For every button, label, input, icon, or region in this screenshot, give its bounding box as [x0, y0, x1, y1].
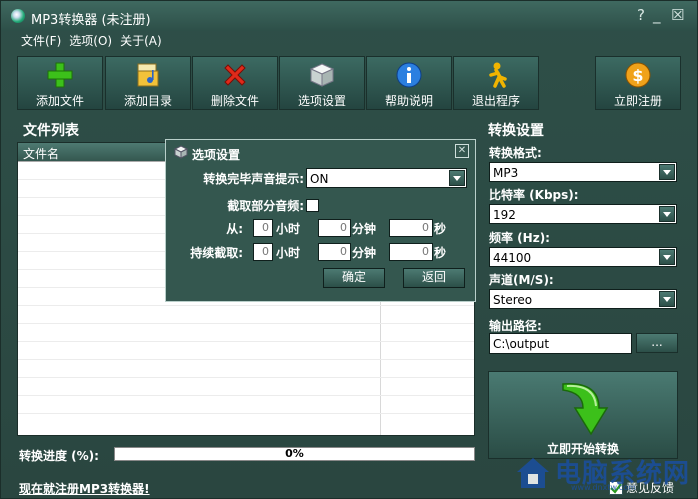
window-title: MP3转换器 (未注册)	[31, 13, 151, 28]
add-plus-icon	[47, 62, 73, 88]
menu-file[interactable]: 文件(F)	[21, 32, 61, 50]
cube-icon	[174, 145, 188, 159]
dur-hours-unit: 小时	[276, 246, 301, 260]
close-icon[interactable]: ✕	[455, 144, 469, 158]
exit-label: 退出程序	[471, 94, 520, 108]
add-file-button[interactable]: 添加文件	[17, 56, 103, 110]
dur-seconds-unit: 秒	[434, 246, 447, 260]
from-seconds-unit: 秒	[434, 222, 447, 236]
chevron-down-icon[interactable]	[449, 170, 465, 186]
from-hours-unit: 小时	[276, 222, 301, 236]
channel-value: Stereo	[493, 293, 533, 307]
format-select[interactable]: MP3	[489, 162, 677, 182]
output-path-label: 输出路径:	[489, 319, 542, 333]
minimize-button[interactable]: _	[653, 8, 661, 23]
register-link[interactable]: 现在就注册MP3转换器!	[19, 480, 150, 497]
row-line	[18, 341, 474, 342]
back-button[interactable]: 返回	[403, 268, 465, 288]
add-file-label: 添加文件	[35, 94, 84, 108]
dur-minutes-input[interactable]: 0	[318, 243, 351, 261]
bitrate-value: 192	[493, 208, 516, 222]
cube-options-icon	[309, 63, 335, 87]
channel-select[interactable]: Stereo	[489, 289, 677, 309]
settings-title: 转换设置	[488, 123, 544, 139]
info-icon	[396, 62, 422, 88]
add-folder-label: 添加目录	[123, 94, 172, 108]
chevron-down-icon[interactable]	[659, 291, 675, 307]
delete-file-label: 删除文件	[210, 94, 259, 108]
row-line	[18, 323, 474, 324]
from-hours-input[interactable]: 0	[253, 219, 273, 237]
output-path-value: C:\output	[493, 337, 550, 351]
house-logo-icon	[517, 458, 549, 488]
add-folder-button[interactable]: 添加目录	[105, 56, 191, 110]
row-line	[18, 413, 474, 414]
app-window: MP3转换器 (未注册) ? _ ☒ 文件(F) 选项(O) 关于(A) 添加文…	[0, 0, 698, 499]
samplerate-value: 44100	[493, 251, 532, 265]
row-line	[18, 305, 474, 306]
toolbar: 添加文件 添加目录 删除文件 选项设置 帮助说明 退出程序 $ 立即注册	[17, 56, 681, 110]
menu-options[interactable]: 选项(O)	[69, 32, 112, 50]
dur-hours-input[interactable]: 0	[253, 243, 273, 261]
convert-arrow-icon	[562, 383, 609, 436]
from-seconds-input[interactable]: 0	[389, 219, 433, 237]
format-value: MP3	[493, 166, 519, 180]
exit-button[interactable]: 退出程序	[453, 56, 539, 110]
help-button[interactable]: ?	[637, 8, 645, 23]
dur-seconds-input[interactable]: 0	[389, 243, 433, 261]
close-button[interactable]: ☒	[671, 8, 684, 23]
options-button[interactable]: 选项设置	[279, 56, 365, 110]
dialog-title: 选项设置	[192, 148, 241, 162]
delete-x-icon	[224, 64, 246, 86]
format-label: 转换格式:	[489, 146, 542, 160]
menu-about[interactable]: 关于(A)	[120, 32, 162, 50]
clip-audio-label: 截取部分音频:	[227, 199, 304, 213]
sound-prompt-select[interactable]: ON	[306, 168, 467, 188]
menu-bar: 文件(F) 选项(O) 关于(A)	[21, 32, 162, 50]
sound-prompt-label: 转换完毕声音提示:	[203, 172, 304, 186]
bitrate-label: 比特率 (Kbps):	[489, 188, 579, 202]
dollar-coin-icon: $	[625, 62, 651, 88]
folder-note-icon	[137, 63, 159, 87]
app-logo-icon	[11, 9, 25, 23]
running-man-icon	[489, 62, 507, 88]
start-convert-button[interactable]: 立即开始转换	[488, 371, 678, 459]
register-button[interactable]: $ 立即注册	[595, 56, 681, 110]
filename-column-header: 文件名	[23, 147, 60, 161]
register-label: 立即注册	[613, 94, 662, 108]
help-doc-label: 帮助说明	[384, 94, 433, 108]
file-list-title: 文件列表	[23, 123, 79, 139]
channel-label: 声道(M/S):	[489, 273, 554, 287]
chevron-down-icon[interactable]	[659, 164, 675, 180]
from-minutes-unit: 分钟	[352, 222, 377, 236]
help-doc-button[interactable]: 帮助说明	[366, 56, 452, 110]
row-line	[18, 359, 474, 360]
chevron-down-icon[interactable]	[659, 249, 675, 265]
progress-text: 0%	[285, 447, 304, 460]
bitrate-select[interactable]: 192	[489, 204, 677, 224]
from-minutes-input[interactable]: 0	[318, 219, 351, 237]
sound-prompt-value: ON	[310, 172, 329, 186]
row-line	[18, 377, 474, 378]
delete-file-button[interactable]: 删除文件	[192, 56, 278, 110]
browse-button[interactable]: ...	[636, 333, 678, 353]
samplerate-select[interactable]: 44100	[489, 247, 677, 267]
title-bar: MP3转换器 (未注册) ? _ ☒	[1, 1, 697, 31]
ok-button[interactable]: 确定	[323, 268, 385, 288]
chevron-down-icon[interactable]	[659, 206, 675, 222]
duration-label: 持续截取:	[190, 246, 243, 260]
from-label: 从:	[226, 222, 243, 236]
watermark: 电脑系统网 www.dnxtw.com	[511, 449, 697, 495]
output-path-input[interactable]: C:\output	[489, 333, 632, 354]
watermark-url: www.dnxtw.com	[571, 483, 636, 492]
progress-label: 转换进度 (%):	[19, 449, 99, 463]
samplerate-label: 频率 (Hz):	[489, 231, 550, 245]
clip-audio-checkbox[interactable]	[306, 199, 319, 212]
dur-minutes-unit: 分钟	[352, 246, 377, 260]
svg-text:$: $	[632, 66, 643, 85]
row-line	[18, 395, 474, 396]
options-label: 选项设置	[297, 94, 346, 108]
progress-bar: 0%	[114, 447, 475, 461]
